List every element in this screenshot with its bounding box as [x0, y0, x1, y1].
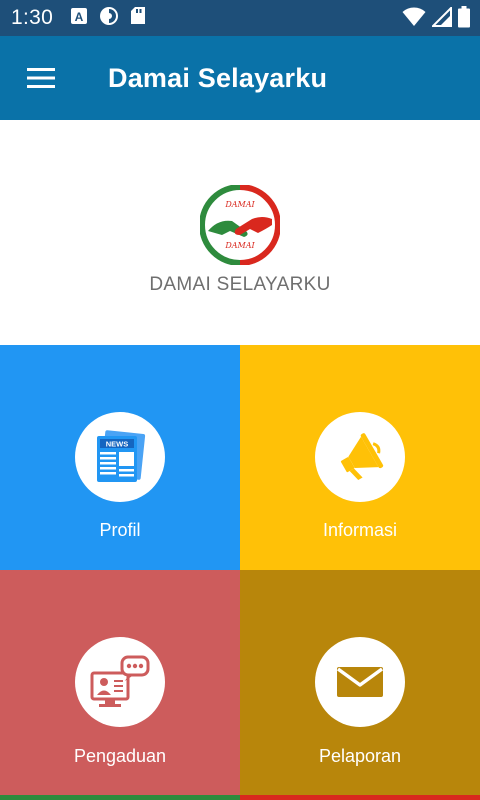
bottom-accent-green [0, 795, 240, 800]
status-system-icons [402, 5, 470, 33]
status-bar: 1:30 A [0, 0, 480, 36]
handshake-logo-icon: DAMAI DAMAI [200, 185, 280, 265]
menu-tile-profil[interactable]: NEWS Profil [0, 345, 240, 570]
menu-tile-informasi[interactable]: Informasi [240, 345, 480, 570]
bottom-accent-red [240, 795, 480, 800]
pengaduan-icon-circle [75, 637, 165, 727]
profil-icon-circle: NEWS [75, 412, 165, 502]
newspaper-icon: NEWS [97, 430, 146, 482]
wifi-icon [402, 7, 426, 32]
menu-label-profil: Profil [99, 520, 141, 540]
sd-card-icon [130, 6, 146, 30]
informasi-icon-circle [315, 412, 405, 502]
logo-text-bottom: DAMAI [224, 241, 255, 250]
data-saver-icon [99, 6, 119, 31]
signal-icon [430, 5, 452, 32]
menu-grid: NEWS Profil Informasi Pengaduan Pelapora… [0, 345, 480, 800]
menu-label-pengaduan: Pengaduan [73, 746, 167, 766]
svg-text:A: A [75, 10, 84, 24]
brand-name: DAMAI SELAYARKU [149, 274, 331, 295]
a-square-icon: A [70, 7, 88, 30]
app-bar: Damai Selayarku [0, 36, 480, 120]
envelope-icon [336, 667, 384, 697]
battery-icon [458, 6, 470, 33]
menu-tile-pengaduan[interactable]: Pengaduan [0, 570, 240, 800]
video-chat-icon [90, 655, 150, 707]
status-time: 1:30 [11, 6, 54, 29]
svg-text:NEWS: NEWS [106, 440, 129, 449]
menu-label-informasi: Informasi [322, 520, 398, 540]
pelaporan-icon-circle [315, 637, 405, 727]
menu-tile-pelaporan[interactable]: Pelaporan [240, 570, 480, 800]
menu-label-pelaporan: Pelaporan [318, 746, 402, 766]
header-card: DAMAI DAMAI DAMAI SELAYARKU [0, 120, 480, 345]
status-notification-icons: A [70, 6, 146, 31]
app-title: Damai Selayarku [108, 62, 328, 93]
logo-text-top: DAMAI [224, 200, 255, 209]
hamburger-menu-icon [27, 68, 55, 88]
megaphone-icon [340, 433, 384, 480]
hamburger-menu-button[interactable] [0, 36, 84, 120]
